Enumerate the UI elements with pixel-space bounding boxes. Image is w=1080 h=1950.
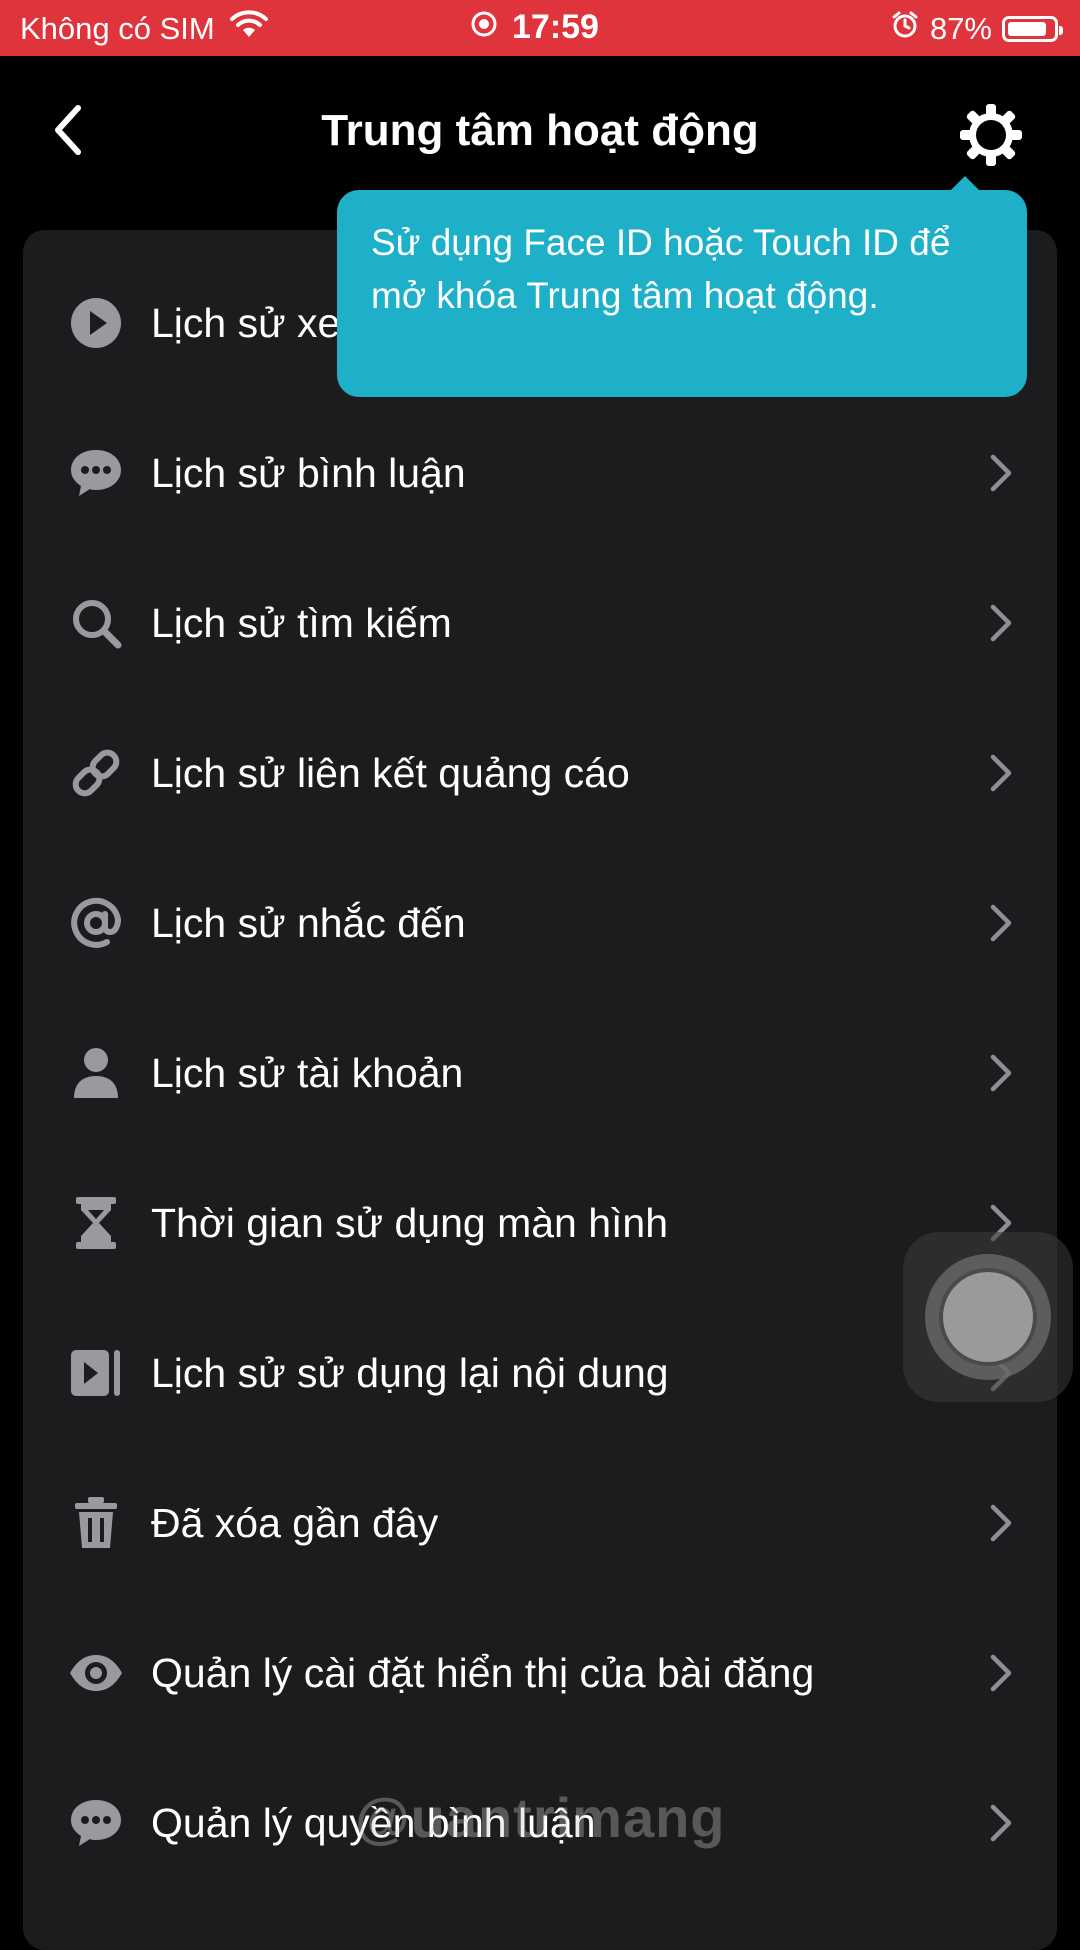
eye-icon	[68, 1645, 124, 1701]
chevron-right-icon	[983, 1651, 1019, 1695]
menu-item-label: Lịch sử tài khoản	[151, 1049, 464, 1096]
link-icon	[68, 745, 124, 801]
alarm-icon	[890, 10, 920, 48]
carrier-label: Không có SIM	[20, 11, 215, 46]
menu-item[interactable]: Thời gian sử dụng màn hình	[23, 1148, 1057, 1298]
tooltip-text: Sử dụng Face ID hoặc Touch ID để mở khóa…	[371, 222, 951, 316]
menu-item-label: Lịch sử liên kết quảng cáo	[151, 749, 630, 796]
assistive-touch-button[interactable]	[903, 1232, 1073, 1402]
chevron-right-icon	[983, 1051, 1019, 1095]
menu-item[interactable]: Lịch sử sử dụng lại nội dung	[23, 1298, 1057, 1448]
menu-item-label: Thời gian sử dụng màn hình	[151, 1199, 669, 1246]
assistive-touch-core	[939, 1268, 1037, 1366]
person-icon	[68, 1045, 124, 1101]
menu-item[interactable]: Lịch sử bình luận	[23, 398, 1057, 548]
assistive-touch-ring	[925, 1254, 1051, 1380]
status-bar: Không có SIM 17:59 87%	[0, 0, 1080, 56]
chevron-right-icon	[983, 601, 1019, 645]
menu-item[interactable]: Lịch sử tài khoản	[23, 998, 1057, 1148]
screen-record-icon	[470, 8, 498, 47]
at-sign-icon	[68, 895, 124, 951]
page-title: Trung tâm hoạt động	[321, 106, 759, 155]
menu-item-label: Lịch sử tìm kiếm	[151, 599, 452, 646]
comment-bubble-icon	[68, 1795, 124, 1851]
search-icon	[68, 595, 124, 651]
menu-item-label: Lịch sử nhắc đến	[151, 899, 466, 946]
watermark: @uantrimang	[355, 1786, 726, 1849]
menu-item[interactable]: Quản lý cài đặt hiển thị của bài đăng	[23, 1598, 1057, 1748]
menu-item[interactable]: Lịch sử liên kết quảng cáo	[23, 698, 1057, 848]
header: Trung tâm hoạt động	[0, 56, 1080, 206]
chevron-right-icon	[983, 1801, 1019, 1845]
status-time: 17:59	[512, 8, 599, 46]
chevron-right-icon	[983, 451, 1019, 495]
battery-percent: 87%	[929, 11, 992, 46]
menu-item[interactable]: Lịch sử nhắc đến	[23, 848, 1057, 998]
video-reuse-icon	[68, 1345, 124, 1401]
trash-icon	[68, 1495, 124, 1551]
hourglass-icon	[68, 1195, 124, 1251]
battery-fill	[1008, 22, 1047, 36]
status-left: Không có SIM	[20, 10, 269, 48]
settings-button[interactable]	[956, 100, 1026, 170]
chevron-right-icon	[983, 901, 1019, 945]
play-circle-icon	[68, 295, 124, 351]
menu-item-label: Đã xóa gần đây	[151, 1499, 439, 1546]
menu-item-label: Lịch sử sử dụng lại nội dung	[151, 1349, 669, 1396]
menu-item[interactable]: Đã xóa gần đây	[23, 1448, 1057, 1598]
chevron-right-icon	[983, 751, 1019, 795]
comment-bubble-icon	[68, 445, 124, 501]
activity-menu-panel: Lịch sử xem Lịch sử bình luận Lịch sử tìm …	[23, 230, 1057, 1950]
status-right: 87%	[890, 10, 1063, 48]
battery-icon	[1002, 16, 1063, 42]
chevron-right-icon	[983, 1501, 1019, 1545]
menu-item-label: Quản lý cài đặt hiển thị của bài đăng	[151, 1649, 815, 1696]
menu-item[interactable]: Lịch sử tìm kiếm	[23, 548, 1057, 698]
gear-icon	[960, 104, 1022, 166]
menu-item-label: Lịch sử bình luận	[151, 449, 466, 496]
wifi-icon	[229, 10, 269, 48]
face-id-tooltip[interactable]: Sử dụng Face ID hoặc Touch ID để mở khóa…	[337, 176, 1027, 397]
status-center: 17:59	[470, 8, 599, 47]
